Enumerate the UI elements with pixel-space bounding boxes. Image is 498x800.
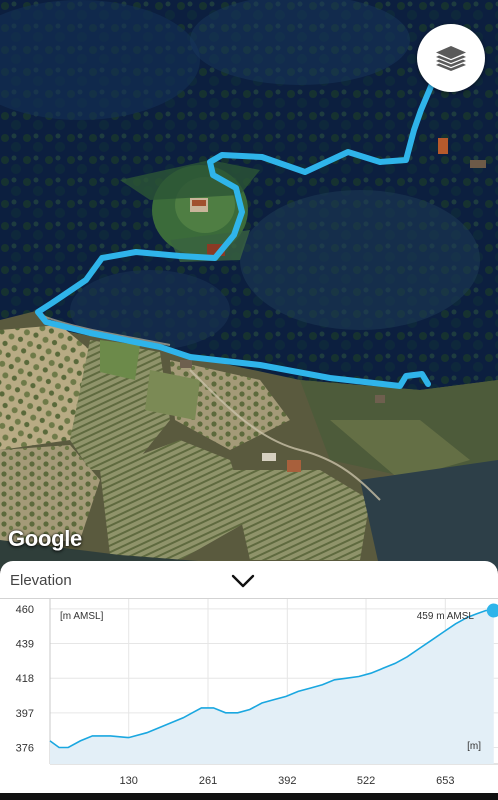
bottom-edge [0, 793, 498, 800]
chevron-down-icon[interactable] [228, 571, 258, 591]
y-tick-label: 418 [16, 673, 34, 685]
elevation-chart[interactable]: 460 439 418 397 376 130 261 392 522 653 [m AMSL]… [0, 599, 498, 800]
elevation-area [50, 610, 494, 764]
y-axis-labels: 460 439 418 397 376 [16, 604, 34, 755]
y-tick-label: 460 [16, 604, 34, 616]
y-tick-label: 376 [16, 743, 34, 755]
google-attribution: Google [8, 526, 82, 551]
x-axis-labels: 130 261 392 522 653 [120, 775, 455, 787]
x-tick-label: 261 [199, 775, 217, 787]
panel-title: Elevation [10, 572, 72, 589]
x-tick-label: 392 [278, 775, 296, 787]
x-tick-label: 653 [436, 775, 454, 787]
max-elevation-label: 459 m AMSL [417, 611, 475, 622]
y-tick-label: 397 [16, 708, 34, 720]
elevation-panel-header[interactable]: Elevation [0, 561, 498, 599]
y-tick-label: 439 [16, 639, 34, 651]
y-axis-unit-label: [m AMSL] [60, 611, 104, 622]
layers-icon [436, 46, 466, 71]
x-tick-label: 130 [120, 775, 138, 787]
elevation-panel: Elevation 460 439 418 397 376 130 261 392 522 65… [0, 561, 498, 800]
satellite-imagery [0, 0, 498, 570]
satellite-map[interactable]: Google [0, 0, 498, 570]
map-layers-button[interactable] [417, 24, 485, 92]
x-tick-label: 522 [357, 775, 375, 787]
x-axis-unit-label: [m] [467, 741, 481, 752]
